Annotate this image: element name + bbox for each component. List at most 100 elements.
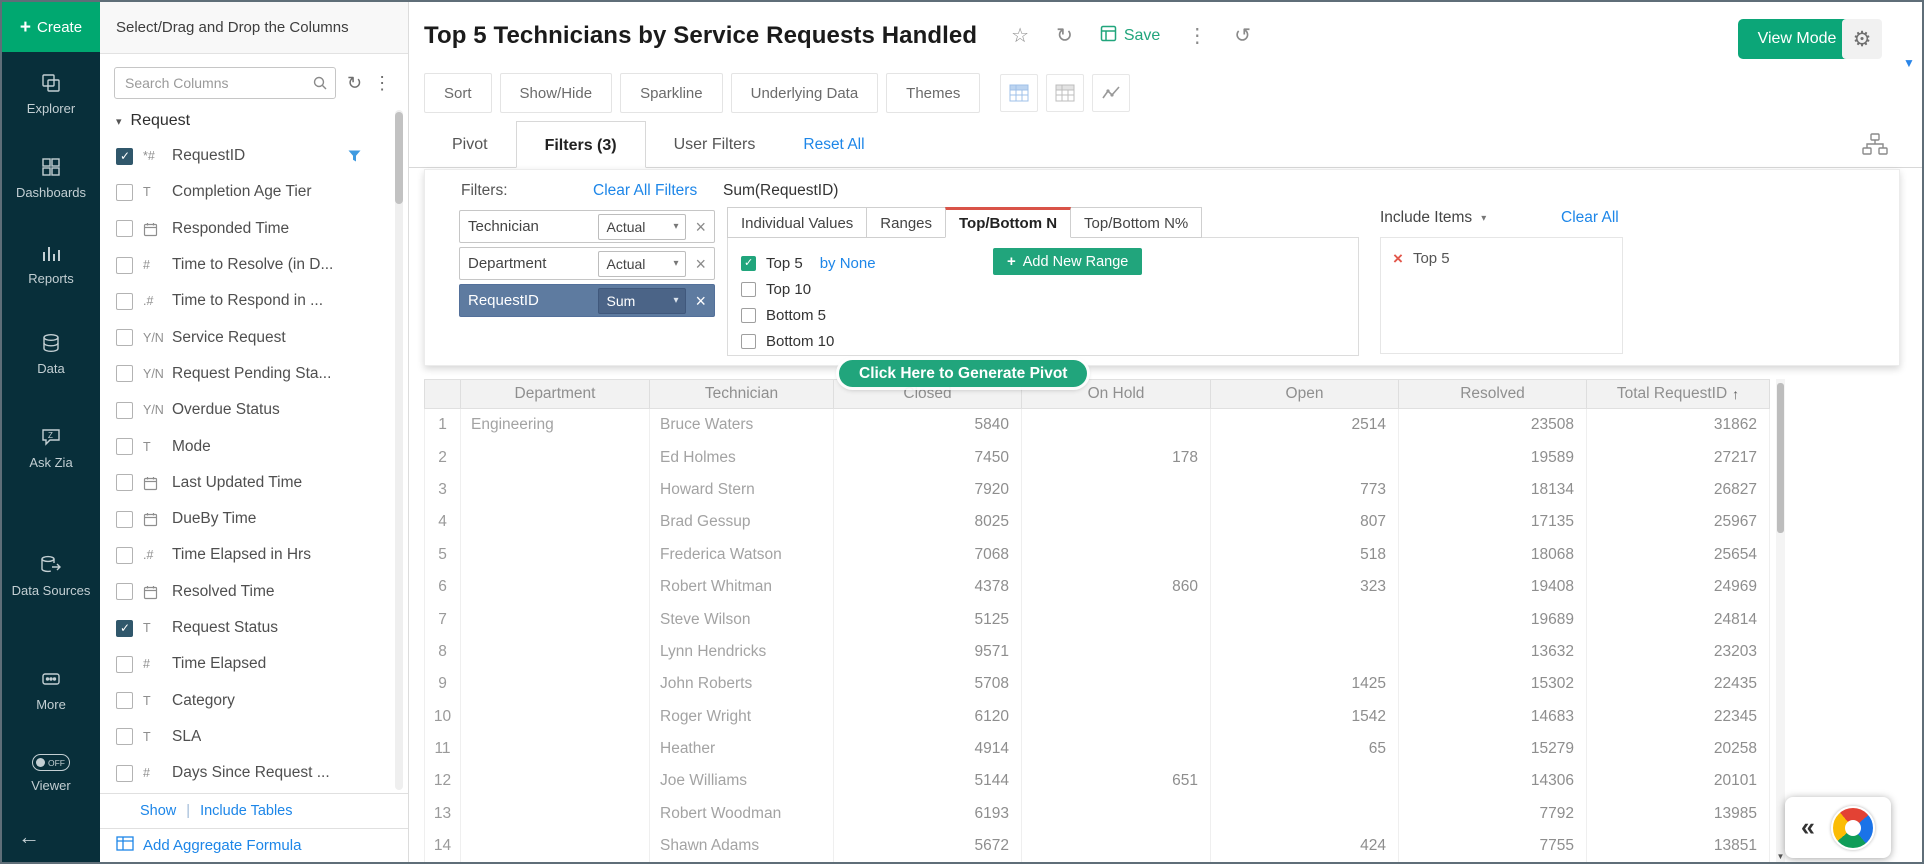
remove-filter-icon[interactable]: × [695,218,706,236]
more-options-kebab-icon[interactable]: ⋮ [1187,26,1207,46]
field-checkbox[interactable] [116,329,133,346]
aggregation-select[interactable]: Actual▾ [598,214,686,240]
field-checkbox[interactable] [116,438,133,455]
field-requestid[interactable]: *#RequestID [100,138,408,174]
column-header-total-requestid[interactable]: Total RequestID↑ [1587,380,1770,408]
filter-tab-individual-values[interactable]: Individual Values [727,207,867,238]
field-checkbox[interactable] [116,474,133,491]
remove-include-icon[interactable]: × [1393,250,1403,267]
field-checkbox[interactable] [116,511,133,528]
field-time-to-respond-in[interactable]: .#Time to Respond in ... [100,283,408,319]
toolbar-collapse-caret-icon[interactable]: ▼ [1903,56,1915,70]
zoho-analytics-logo[interactable] [1831,806,1875,850]
field-overdue-status[interactable]: Y/NOverdue Status [100,392,408,428]
aggregation-select[interactable]: Actual▾ [598,251,686,277]
sidebar-item-data-sources[interactable]: Data Sources [2,554,100,599]
sidebar-item-reports[interactable]: Reports [2,242,100,287]
field-resolved-time[interactable]: Resolved Time [100,574,408,610]
sidebar-item-explorer[interactable]: Explorer [2,72,100,117]
field-checkbox[interactable] [116,656,133,673]
add-new-range-button[interactable]: + Add New Range [993,248,1142,275]
collapse-widget-icon[interactable]: « [1801,815,1815,840]
field-request-status[interactable]: TRequest Status [100,610,408,646]
request-section-toggle[interactable]: ▾ Request [100,108,408,138]
sidebar-item-ask-zia[interactable]: ZAsk Zia [2,426,100,471]
sidebar-item-data[interactable]: Data [2,332,100,377]
favorite-star-icon[interactable]: ☆ [1011,26,1029,46]
field-completion-age-tier[interactable]: TCompletion Age Tier [100,174,408,210]
field-sla[interactable]: TSLA [100,719,408,755]
aggregation-select[interactable]: Sum▾ [598,288,686,314]
include-clear-all-link[interactable]: Clear All [1561,209,1619,227]
toolbar-themes-button[interactable]: Themes [886,73,980,113]
include-items-dropdown[interactable]: Include Items ▾ [1380,209,1486,227]
pivot-table-icon[interactable] [1000,74,1038,112]
refresh-columns-icon[interactable]: ↻ [347,74,362,92]
sidebar-item-viewer[interactable]: OFFViewer [2,754,100,794]
column-header-department[interactable]: Department [461,380,650,408]
reset-all-link[interactable]: Reset All [803,121,864,167]
field-checkbox[interactable] [116,365,133,382]
sidebar-item-dashboards[interactable]: Dashboards [2,156,100,201]
columns-scrollbar[interactable] [395,110,403,790]
field-checkbox[interactable] [116,257,133,274]
filter-tab-top-bottom-n[interactable]: Top/Bottom N% [1070,207,1202,238]
tab-pivot[interactable]: Pivot [424,121,516,168]
filter-option-bottom-10[interactable]: Bottom 10 [728,328,1358,354]
field-checkbox[interactable] [116,184,133,201]
toolbar-underlying-data-button[interactable]: Underlying Data [731,73,879,113]
field-time-elapsed[interactable]: #Time Elapsed [100,646,408,682]
field-checkbox[interactable] [116,692,133,709]
filter-tab-top-bottom-n[interactable]: Top/Bottom N [945,207,1071,238]
filter-tab-ranges[interactable]: Ranges [866,207,946,238]
column-header-resolved[interactable]: Resolved [1399,380,1587,408]
field-time-elapsed-in-hrs[interactable]: .#Time Elapsed in Hrs [100,537,408,573]
toolbar-sort-button[interactable]: Sort [424,73,492,113]
field-dueby-time[interactable]: DueBy Time [100,501,408,537]
columns-menu-kebab-icon[interactable]: ⋮ [373,74,391,92]
create-button[interactable]: + Create [2,2,100,52]
option-checkbox[interactable] [741,334,756,349]
show-link[interactable]: Show [140,803,176,819]
field-checkbox[interactable] [116,620,133,637]
column-header-technician[interactable]: Technician [650,380,834,408]
sidebar-collapse-icon[interactable]: ← [18,824,40,850]
field-checkbox[interactable] [116,547,133,564]
remove-filter-icon[interactable]: × [695,292,706,310]
filter-option-bottom-5[interactable]: Bottom 5 [728,302,1358,328]
scroll-down-icon[interactable]: ▼ [1776,852,1785,861]
refresh-report-icon[interactable]: ↻ [1056,26,1073,46]
field-checkbox[interactable] [116,402,133,419]
field-checkbox[interactable] [116,765,133,782]
include-tables-link[interactable]: Include Tables [200,803,292,819]
filter-funnel-icon[interactable] [347,149,362,168]
table-scrollbar[interactable]: ▼ [1776,379,1785,862]
field-mode[interactable]: TMode [100,428,408,464]
tab-user-filters[interactable]: User Filters [646,121,784,168]
column-header-open[interactable]: Open [1211,380,1399,408]
field-responded-time[interactable]: Responded Time [100,211,408,247]
generate-pivot-button[interactable]: Click Here to Generate Pivot [839,360,1087,387]
field-request-pending-sta[interactable]: Y/NRequest Pending Sta... [100,356,408,392]
view-mode-button[interactable]: View Mode [1738,19,1856,59]
toolbar-show-hide-button[interactable]: Show/Hide [500,73,613,113]
filter-chip-technician[interactable]: TechnicianActual▾× [459,210,715,243]
save-button[interactable]: Save [1100,25,1160,47]
tab-filters-3[interactable]: Filters (3) [516,121,646,168]
filter-chip-department[interactable]: DepartmentActual▾× [459,247,715,280]
scrollbar-thumb[interactable] [395,112,403,204]
hierarchy-icon[interactable] [1861,132,1889,161]
undo-icon[interactable]: ↺ [1234,26,1251,46]
add-aggregate-formula-button[interactable]: Add Aggregate Formula [100,828,408,862]
field-time-to-resolve-in-d[interactable]: #Time to Resolve (in D... [100,247,408,283]
field-checkbox[interactable] [116,148,133,165]
field-checkbox[interactable] [116,220,133,237]
field-category[interactable]: TCategory [100,682,408,718]
field-checkbox[interactable] [116,583,133,600]
scrollbar-thumb[interactable] [1777,383,1784,533]
summary-table-icon[interactable] [1046,74,1084,112]
field-checkbox[interactable] [116,293,133,310]
field-checkbox[interactable] [116,728,133,745]
sidebar-item-more[interactable]: More [2,668,100,713]
viewer-toggle-icon[interactable]: OFF [32,754,70,771]
